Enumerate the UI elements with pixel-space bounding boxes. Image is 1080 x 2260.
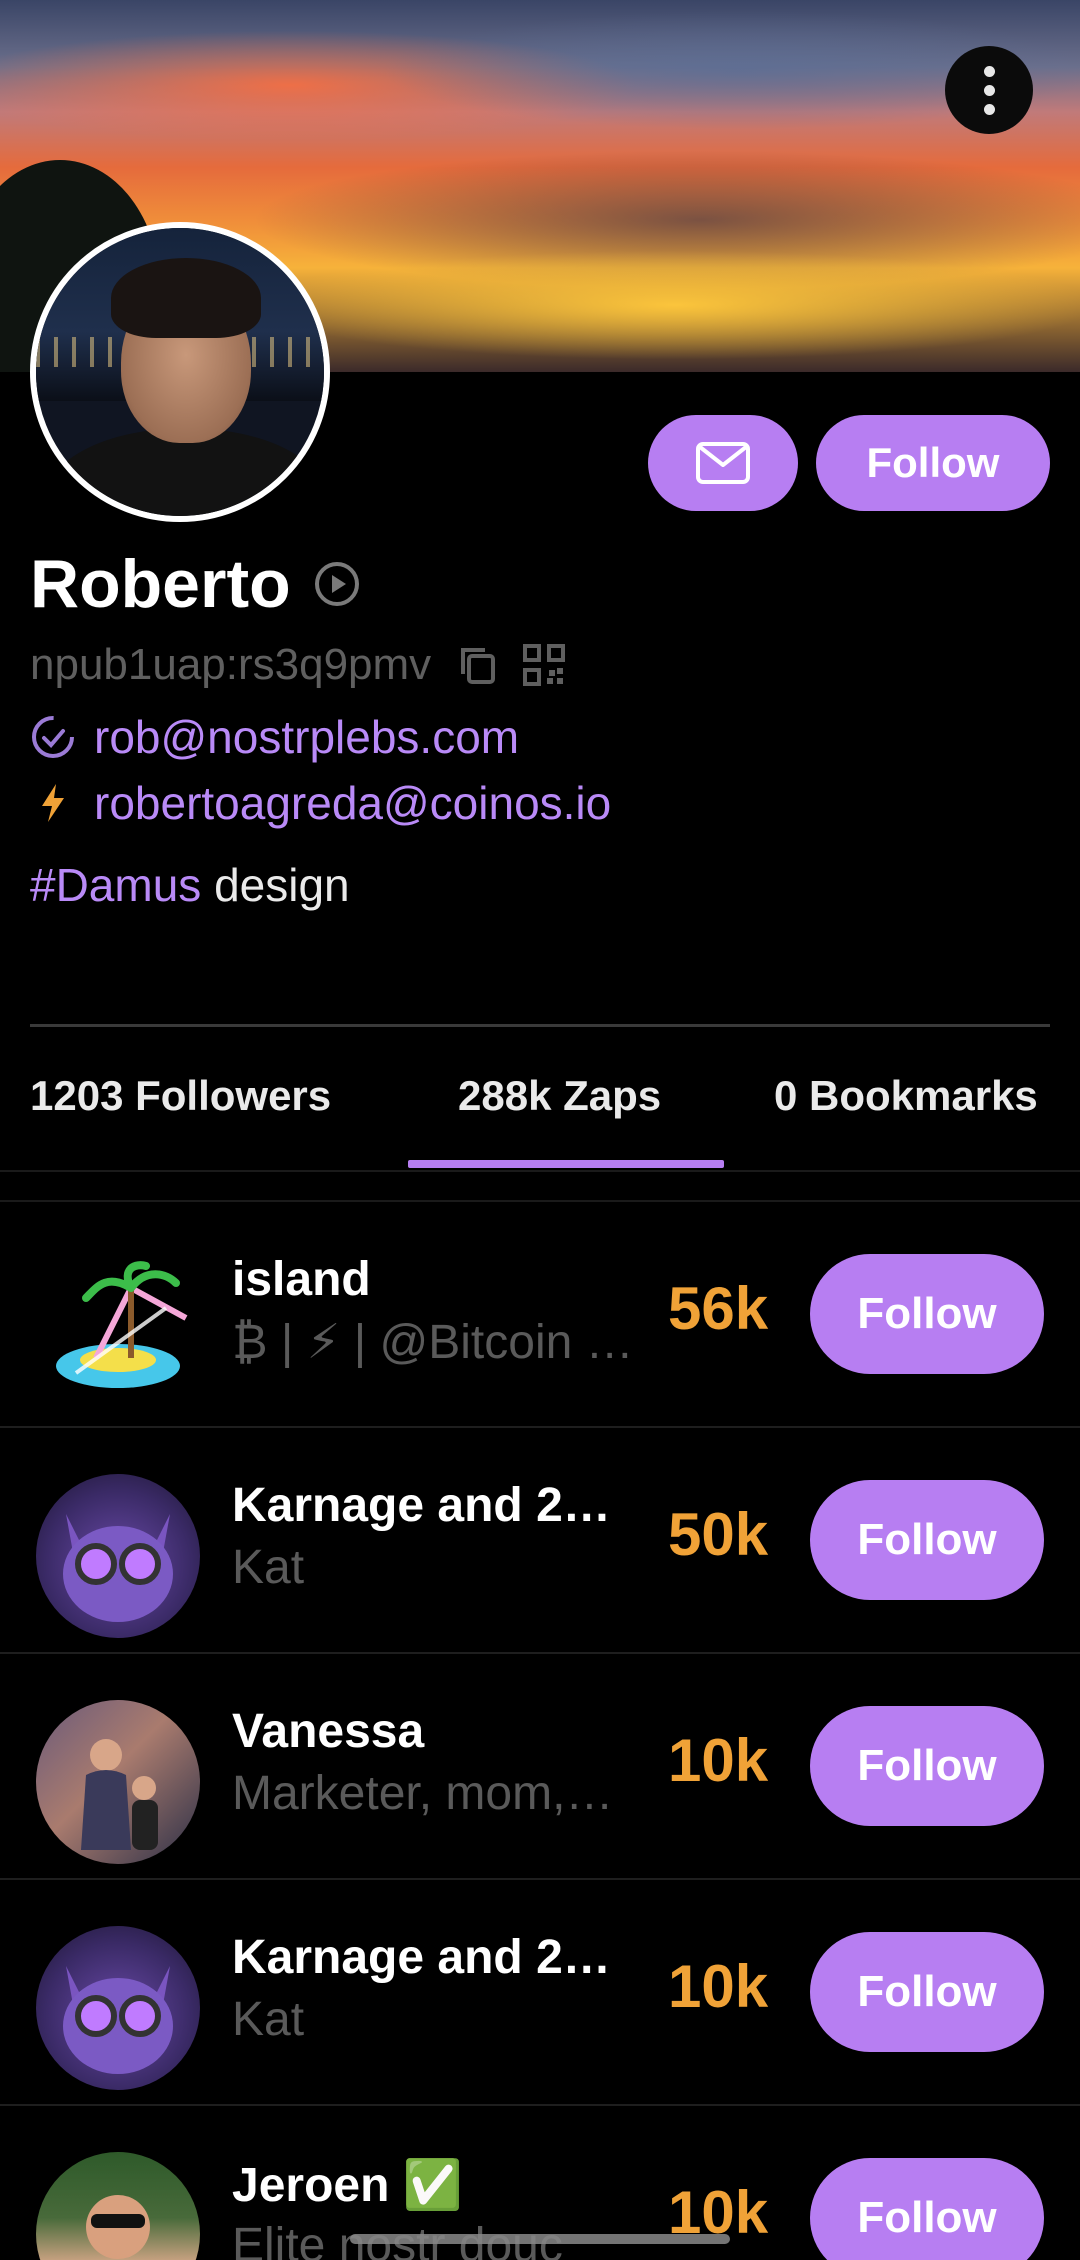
about-text: design: [201, 859, 350, 911]
tab-followers[interactable]: 1203 Followers: [30, 1072, 331, 1120]
npub-text: npub1uap:rs3q9pmv: [30, 640, 432, 689]
zapper-subtitle: ₿ | ⚡ | @Bitcoin …: [232, 1316, 634, 1369]
follow-button[interactable]: Follow: [810, 1706, 1044, 1826]
nip05-row[interactable]: rob@nostrplebs.com: [30, 710, 519, 764]
lightning-row[interactable]: robertoagreda@coinos.io: [30, 776, 611, 830]
lightning-address[interactable]: robertoagreda@coinos.io: [94, 776, 611, 830]
list-item[interactable]: Vanessa Marketer, mom,… 10k Follow: [0, 1654, 1080, 1880]
zap-amount: 10k: [668, 1727, 769, 1794]
more-options-button[interactable]: [945, 46, 1033, 134]
message-button[interactable]: [648, 415, 798, 511]
play-circle-icon[interactable]: [313, 560, 361, 608]
list-item[interactable]: Karnage and 2… Kat 50k Follow: [0, 1428, 1080, 1654]
npub-row: npub1uap:rs3q9pmv: [30, 640, 566, 690]
island-avatar[interactable]: [36, 1248, 200, 1412]
follow-button[interactable]: Follow: [816, 415, 1050, 511]
follow-button[interactable]: Follow: [810, 2158, 1044, 2260]
nip05-address[interactable]: rob@nostrplebs.com: [94, 710, 519, 764]
list-item[interactable]: Karnage and 2… Kat 10k Follow: [0, 1880, 1080, 2106]
follow-button[interactable]: Follow: [810, 1932, 1044, 2052]
more-vertical-icon: [983, 65, 995, 115]
follow-button[interactable]: Follow: [810, 1480, 1044, 1600]
zapper-name: Vanessa: [232, 1705, 425, 1758]
profile-name: Roberto: [30, 546, 291, 622]
zap-amount: 56k: [668, 1275, 769, 1342]
zapper-subtitle: Kat: [232, 1993, 305, 2046]
tab-bookmarks[interactable]: 0 Bookmarks: [774, 1072, 1038, 1120]
zapper-name: Karnage and 2…: [232, 1931, 611, 1984]
divider: [0, 1170, 1080, 1172]
tab-zaps[interactable]: 288k Zaps: [458, 1072, 661, 1120]
zap-amount: 10k: [668, 1953, 769, 2020]
profile-name-row: Roberto: [30, 545, 361, 623]
list-item[interactable]: island ₿ | ⚡ | @Bitcoin … 56k Follow: [0, 1202, 1080, 1428]
zapper-name: Karnage and 2…: [232, 1479, 611, 1532]
cat-avatar[interactable]: [36, 1926, 200, 2090]
verified-badge-icon: [32, 716, 74, 758]
divider: [30, 1024, 1050, 1027]
zapper-subtitle: Marketer, mom,…: [232, 1767, 614, 1820]
zapper-subtitle: Kat: [232, 1541, 305, 1594]
profile-about: #Damus design: [30, 858, 350, 912]
zappers-list: island ₿ | ⚡ | @Bitcoin … 56k Follow Kar…: [0, 1202, 1080, 2260]
home-indicator[interactable]: [350, 2234, 730, 2244]
mail-icon: [696, 442, 750, 484]
jeroen-avatar[interactable]: [36, 2152, 200, 2260]
lightning-icon: [42, 784, 64, 822]
copy-icon[interactable]: [457, 644, 497, 686]
profile-avatar[interactable]: [30, 222, 330, 522]
hashtag-link[interactable]: #Damus: [30, 859, 201, 911]
vanessa-avatar[interactable]: [36, 1700, 200, 1864]
cat-avatar[interactable]: [36, 1474, 200, 1638]
zap-amount: 50k: [668, 1501, 769, 1568]
qr-code-icon[interactable]: [523, 644, 566, 686]
profile-tabs: 1203 Followers 288k Zaps 0 Bookmarks: [0, 1060, 1080, 1170]
zapper-name: Jeroen ✅: [232, 2159, 463, 2212]
active-tab-indicator: [408, 1160, 724, 1168]
zapper-name: island: [232, 1253, 371, 1306]
follow-button[interactable]: Follow: [810, 1254, 1044, 1374]
